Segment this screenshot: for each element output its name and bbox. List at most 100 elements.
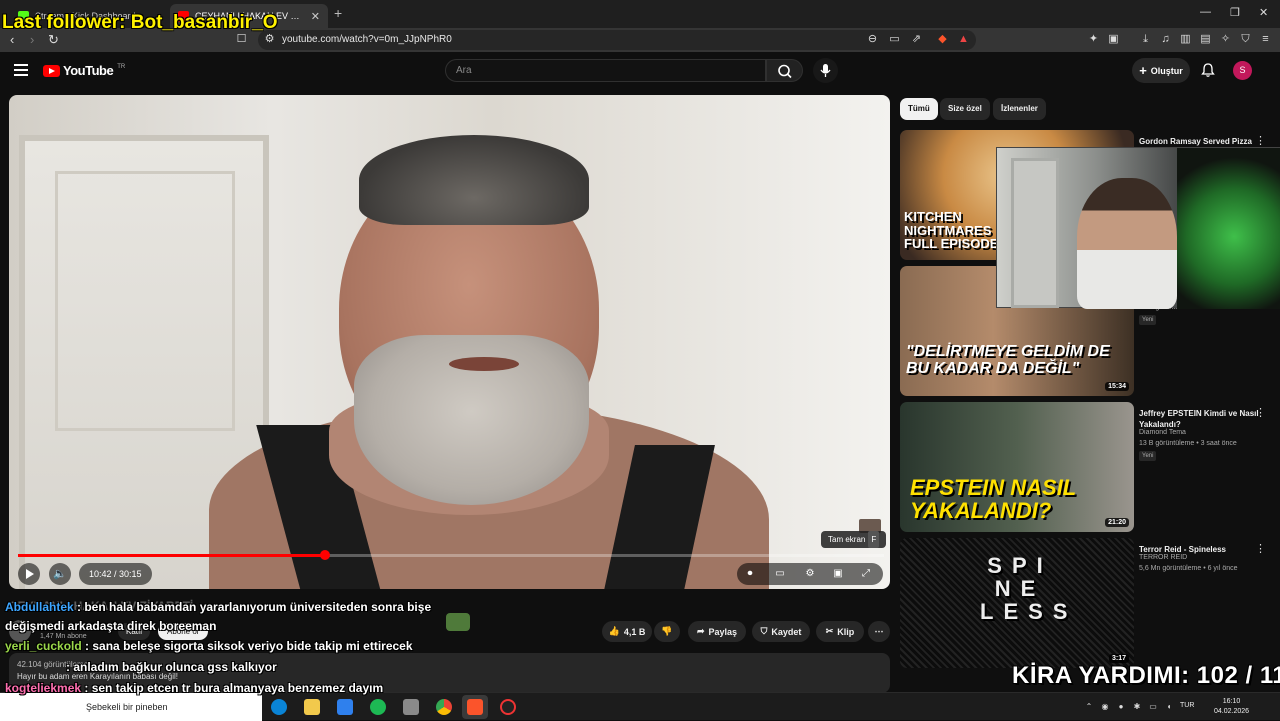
last-follower-overlay: Last follower: Bot_basanbir_O bbox=[2, 12, 278, 33]
thumbnail-caption: "DELİRTMEYE GELDİM DE BU KADAR DA DEĞİL" bbox=[906, 343, 1110, 377]
progress-scrubber[interactable] bbox=[319, 550, 330, 560]
tray-bluetooth-icon[interactable]: ✱ bbox=[1132, 702, 1142, 712]
fullscreen-icon[interactable]: ⤢ bbox=[859, 567, 873, 581]
site-info-icon[interactable]: ⚙ bbox=[263, 33, 276, 46]
progress-fill bbox=[18, 554, 325, 557]
share-icon[interactable]: ⇗ bbox=[910, 33, 923, 46]
bookmark-icon[interactable]: ☐ bbox=[235, 33, 248, 46]
media-icon[interactable]: ♫ bbox=[1159, 33, 1172, 46]
channel-name[interactable]: Diamond Tema bbox=[1139, 429, 1186, 436]
more-options-icon[interactable]: ⋮ bbox=[1255, 134, 1266, 147]
file-explorer-icon[interactable] bbox=[304, 699, 320, 715]
autoplay-toggle-icon[interactable]: ⏺ bbox=[743, 567, 757, 581]
brave-rewards-icon[interactable]: ▲ bbox=[957, 33, 970, 46]
recommended-video[interactable]: SPI NE LESS 3:17 Terror Reid - Spineless… bbox=[900, 538, 1270, 668]
create-button[interactable]: + Oluştur bbox=[1132, 58, 1190, 83]
youtube-logo-text: YouTube bbox=[63, 63, 114, 78]
chat-username: yerli_cuckold bbox=[5, 639, 82, 653]
calculator-icon[interactable] bbox=[403, 699, 419, 715]
hamburger-menu-icon[interactable] bbox=[14, 64, 28, 76]
new-tab-icon[interactable]: + bbox=[334, 5, 342, 21]
menu-icon[interactable]: ≡ bbox=[1259, 33, 1272, 46]
video-player[interactable]: Tam ekran F 🔈 10:42 / 30:15 ⏺ ▭ ⚙ ▣ ⤢ bbox=[9, 95, 890, 589]
video-thumbnail[interactable]: SPI NE LESS 3:17 bbox=[900, 538, 1134, 668]
chat-text: : ben hala babamdan yararlanıyorum ünive… bbox=[73, 600, 432, 614]
cast-icon[interactable]: ▭ bbox=[888, 33, 901, 46]
zoom-icon[interactable]: ⊖ bbox=[866, 33, 879, 46]
save-button[interactable]: ⛉ Kaydet bbox=[752, 621, 810, 642]
account-avatar[interactable]: S bbox=[1233, 61, 1252, 80]
forward-icon[interactable]: › bbox=[30, 32, 34, 47]
extensions-icon[interactable]: ✦ bbox=[1087, 33, 1100, 46]
chrome-icon[interactable] bbox=[436, 699, 452, 715]
tray-chevron-icon[interactable]: ⌃ bbox=[1084, 702, 1094, 712]
clock-time: 16:10 bbox=[1222, 698, 1241, 705]
miniplayer-icon[interactable]: ▣ bbox=[831, 567, 845, 581]
spotify-icon[interactable] bbox=[370, 699, 386, 715]
back-icon[interactable]: ‹ bbox=[10, 32, 14, 47]
obs-icon[interactable] bbox=[500, 699, 516, 715]
more-actions-button[interactable]: ⋯ bbox=[868, 621, 890, 642]
download-icon[interactable]: ⤓ bbox=[1139, 33, 1152, 46]
settings-gear-icon[interactable]: ⚙ bbox=[803, 567, 817, 581]
reload-icon[interactable]: ↻ bbox=[48, 32, 59, 48]
voice-search-button[interactable] bbox=[813, 58, 838, 83]
wallet-icon[interactable]: ▤ bbox=[1199, 33, 1212, 46]
clock-date: 04.02.2026 bbox=[1214, 708, 1250, 715]
sidebar-icon[interactable]: ▥ bbox=[1179, 33, 1192, 46]
chip-all[interactable]: Tümü bbox=[900, 98, 938, 120]
more-options-icon[interactable]: ⋮ bbox=[1255, 542, 1266, 555]
clock[interactable]: 16:10 04.02.2026 bbox=[1214, 697, 1249, 717]
tray-volume-icon[interactable]: ◖ bbox=[1164, 702, 1174, 712]
volume-icon[interactable]: 🔈 bbox=[49, 563, 71, 585]
edge-icon[interactable] bbox=[271, 699, 287, 715]
youtube-play-icon bbox=[43, 64, 60, 77]
youtube-logo[interactable]: YouTube TR bbox=[43, 63, 125, 78]
plus-icon: + bbox=[1139, 63, 1147, 78]
search-input[interactable]: Ara bbox=[445, 59, 766, 82]
tray-mic-icon[interactable]: ● bbox=[1116, 702, 1126, 712]
chip-watched[interactable]: İzlenenler bbox=[993, 98, 1046, 120]
chip-for-you[interactable]: Size özel bbox=[940, 98, 990, 120]
channel-name[interactable]: TERROR REID bbox=[1139, 554, 1187, 561]
minimize-icon[interactable]: — bbox=[1200, 6, 1211, 18]
video-thumbnail[interactable]: EPSTEIN NASIL YAKALANDI? 21:20 bbox=[900, 402, 1134, 532]
progress-bar[interactable] bbox=[18, 550, 884, 560]
url-text[interactable]: youtube.com/watch?v=0m_JJpNPhR0 bbox=[282, 34, 452, 45]
like-button[interactable]: 👍 4,1 B bbox=[602, 621, 652, 642]
webcam-poster bbox=[1177, 148, 1280, 309]
search-button[interactable] bbox=[766, 59, 803, 82]
microphone-icon bbox=[820, 64, 831, 77]
chat-username: Abdullahtek bbox=[5, 600, 74, 614]
notifications-bell-icon[interactable] bbox=[1200, 62, 1216, 78]
close-window-icon[interactable]: ✕ bbox=[1259, 6, 1268, 19]
more-options-icon[interactable]: ⋮ bbox=[1255, 406, 1266, 419]
dislike-button[interactable]: 👎 bbox=[654, 621, 680, 642]
play-button[interactable] bbox=[18, 563, 40, 585]
taskbar-search[interactable]: Şebekeli bir pineben bbox=[0, 693, 262, 721]
clip-button[interactable]: ✂ Klip bbox=[816, 621, 864, 642]
video-title[interactable]: Jeffrey EPSTEIN Kimdi ve Nasıl Yakalandı… bbox=[1139, 408, 1259, 430]
screenshot-icon[interactable]: ▣ bbox=[1107, 33, 1120, 46]
restore-icon[interactable]: ❐ bbox=[1230, 6, 1240, 19]
tray-app-icon[interactable]: ◉ bbox=[1100, 702, 1110, 712]
share-button[interactable]: ➦ Paylaş bbox=[688, 621, 746, 642]
input-language[interactable]: TUR bbox=[1180, 702, 1194, 709]
vpn-icon[interactable]: ⛉ bbox=[1239, 33, 1252, 46]
brave-shield-icon[interactable]: ◆ bbox=[936, 33, 949, 46]
store-icon[interactable] bbox=[337, 699, 353, 715]
close-tab-icon[interactable]: ✕ bbox=[311, 10, 320, 23]
subtitles-icon[interactable]: ▭ bbox=[773, 567, 787, 581]
tray-network-icon[interactable]: ▭ bbox=[1148, 702, 1158, 712]
brave-icon[interactable] bbox=[467, 699, 483, 715]
recommended-video[interactable]: EPSTEIN NASIL YAKALANDI? 21:20 Jeffrey E… bbox=[900, 402, 1270, 532]
chat-message: değişmedi arkadaşta direk boreeman bbox=[5, 619, 216, 633]
chat-text: değişmedi arkadaşta direk boreeman bbox=[5, 619, 217, 633]
region-label: TR bbox=[117, 63, 126, 70]
chat-emote-icon bbox=[446, 613, 470, 631]
video-frame-person-hair bbox=[359, 135, 589, 225]
like-count: 4,1 B bbox=[623, 626, 646, 637]
leo-icon[interactable]: ✧ bbox=[1219, 33, 1232, 46]
chat-message: kogteliekmek : sen takip etcen tr bura a… bbox=[5, 681, 383, 695]
rent-goal-overlay: KİRA YARDIMI: 102 / 110 bbox=[1012, 662, 1280, 689]
